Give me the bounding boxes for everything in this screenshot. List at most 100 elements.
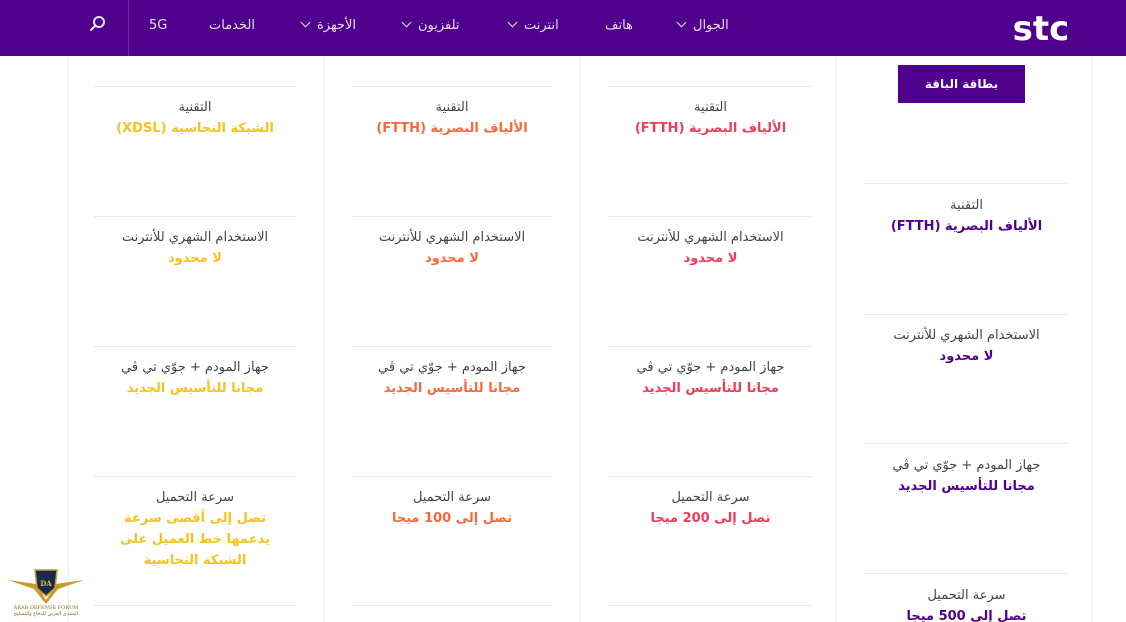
technology-value: الألياف البصرية (FTTH)	[890, 219, 1043, 234]
technology-cell: التقنية الألياف البصرية (FTTH)	[608, 98, 813, 139]
chevron-down-icon	[507, 17, 518, 28]
plan-column-500: التقنية الألياف البصرية (FTTH) الاستخدام…	[864, 56, 1069, 622]
row-divider	[352, 86, 552, 87]
row-divider	[94, 216, 296, 217]
watermark-text: ARAB DEFENSE FORUM المنتدى العربي للدفاع…	[13, 605, 79, 617]
device-cell: جهاز المودم + جوّي تي ڤي مجانا للتأسيس ا…	[864, 456, 1069, 497]
chevron-down-icon	[401, 17, 412, 28]
technology-value: الشبكة النحاسية (XDSL)	[116, 121, 274, 136]
nav-item-tv[interactable]: تلفزيون	[401, 0, 460, 52]
device-value: مجانا للتأسيس الجديد	[126, 381, 264, 396]
technology-label: التقنية	[950, 198, 983, 213]
nav-item-devices[interactable]: الأجهزة	[300, 0, 357, 52]
svg-text:stc: stc	[1013, 9, 1070, 47]
usage-cell: الاستخدام الشهري للأنترنت لا محدود	[352, 228, 552, 269]
speed-value: تصل إلى أقصى سرعة يدعمها خط العميل على ا…	[120, 511, 270, 568]
search-icon[interactable]	[88, 14, 108, 34]
nav-item-label: 5G	[149, 18, 168, 33]
speed-label: سرعة التحميل	[671, 490, 750, 505]
nav-item-5g[interactable]: 5G	[149, 0, 167, 52]
device-label: جهاز المودم + جوّي تي ڤي	[892, 458, 1041, 473]
row-divider	[94, 605, 296, 606]
nav-item-label: الأجهزة	[317, 18, 357, 33]
nav-item-mobile[interactable]: الجوال	[676, 0, 729, 52]
technology-cell: التقنية الشبكة النحاسية (XDSL)	[94, 98, 296, 139]
row-divider	[864, 443, 1069, 444]
technology-label: التقنية	[178, 100, 212, 115]
nav-item-phone[interactable]: هاتف	[605, 0, 633, 52]
nav-divider	[128, 0, 129, 56]
row-divider	[352, 346, 552, 347]
row-divider	[352, 605, 552, 606]
device-cell: جهاز المودم + جوّي تي ڤي مجانا للتأسيس ا…	[352, 358, 552, 399]
device-label: جهاز المودم + جوّي تي ڤي	[121, 360, 269, 375]
row-divider	[864, 573, 1069, 574]
row-divider	[864, 314, 1069, 315]
row-divider	[608, 605, 813, 606]
technology-label: التقنية	[435, 100, 469, 115]
watermark-logo: DA ARAB DEFENSE FORUM المنتدى العربي للد…	[6, 562, 86, 622]
technology-value: الألياف البصرية (FTTH)	[376, 121, 528, 136]
device-value: مجانا للتأسيس الجديد	[642, 381, 779, 396]
column-divider	[580, 56, 581, 622]
row-divider	[94, 476, 296, 477]
usage-cell: الاستخدام الشهري للأنترنت لا محدود	[94, 228, 296, 269]
device-label: جهاز المودم + جوّي تي ڤي	[378, 360, 526, 375]
column-divider	[68, 56, 69, 622]
usage-label: الاستخدام الشهري للأنترنت	[637, 230, 784, 245]
usage-value: لا محدود	[939, 349, 994, 364]
technology-cell: التقنية الألياف البصرية (FTTH)	[352, 98, 552, 139]
row-divider	[352, 476, 552, 477]
plan-column-100: التقنية الألياف البصرية (FTTH) الاستخدام…	[352, 56, 552, 622]
speed-cell: سرعة التحميل تصل إلى أقصى سرعة يدعمها خط…	[94, 488, 296, 571]
usage-value: لا محدود	[425, 251, 479, 266]
device-cell: جهاز المودم + جوّي تي ڤي مجانا للتأسيس ا…	[608, 358, 813, 399]
speed-cell: سرعة التحميل تصل إلى 100 ميجا	[352, 488, 552, 529]
speed-value: تصل إلى 500 ميجا	[906, 609, 1027, 622]
device-label: جهاز المودم + جوّي تي ڤي	[636, 360, 785, 375]
row-divider	[94, 346, 296, 347]
svg-text:DA: DA	[40, 579, 52, 588]
technology-label: التقنية	[694, 100, 727, 115]
stc-logo[interactable]: stc	[1008, 9, 1074, 47]
usage-label: الاستخدام الشهري للأنترنت	[893, 328, 1040, 343]
plans-comparison: بطاقة الباقة التقنية الألياف البصرية (FT…	[0, 56, 1126, 622]
usage-label: الاستخدام الشهري للأنترنت	[121, 230, 269, 245]
speed-value: تصل إلى 100 ميجا	[391, 511, 513, 526]
nav-item-label: الجوال	[693, 18, 729, 33]
top-navigation-bar: stc الجوال هاتف انترنت تلفزيون الأجهزة ا…	[0, 0, 1126, 56]
emblem-icon: DA	[8, 569, 84, 604]
row-divider	[608, 86, 813, 87]
nav-item-label: الخدمات	[209, 18, 255, 33]
device-value: مجانا للتأسيس الجديد	[383, 381, 521, 396]
plan-column-xdsl: التقنية الشبكة النحاسية (XDSL) الاستخدام…	[94, 56, 296, 622]
technology-cell: التقنية الألياف البصرية (FTTH)	[864, 196, 1069, 237]
column-divider	[1092, 56, 1093, 622]
usage-cell: الاستخدام الشهري للأنترنت لا محدود	[608, 228, 813, 269]
speed-cell: سرعة التحميل تصل إلى 200 ميجا	[608, 488, 813, 529]
technology-value: الألياف البصرية (FTTH)	[634, 121, 787, 136]
usage-value: لا محدود	[683, 251, 738, 266]
speed-label: سرعة التحميل	[927, 588, 1006, 603]
usage-value: لا محدود	[168, 251, 222, 266]
nav-item-internet[interactable]: انترنت	[507, 0, 559, 52]
device-cell: جهاز المودم + جوّي تي ڤي مجانا للتأسيس ا…	[94, 358, 296, 399]
row-divider	[864, 183, 1069, 184]
speed-cell: سرعة التحميل تصل إلى 500 ميجا	[864, 586, 1069, 622]
row-divider	[608, 476, 813, 477]
usage-cell: الاستخدام الشهري للأنترنت لا محدود	[864, 326, 1069, 367]
nav-item-label: تلفزيون	[418, 18, 460, 33]
column-divider	[324, 56, 325, 622]
row-divider	[94, 86, 296, 87]
row-divider	[608, 346, 813, 347]
speed-label: سرعة التحميل	[412, 490, 492, 505]
chevron-down-icon	[676, 17, 687, 28]
plan-column-200: التقنية الألياف البصرية (FTTH) الاستخدام…	[608, 56, 813, 622]
nav-item-services[interactable]: الخدمات	[209, 0, 255, 52]
device-value: مجانا للتأسيس الجديد	[898, 479, 1035, 494]
column-divider	[836, 56, 837, 622]
chevron-down-icon	[300, 17, 311, 28]
speed-label: سرعة التحميل	[155, 490, 235, 505]
nav-item-label: انترنت	[524, 18, 559, 33]
usage-label: الاستخدام الشهري للأنترنت	[378, 230, 526, 245]
